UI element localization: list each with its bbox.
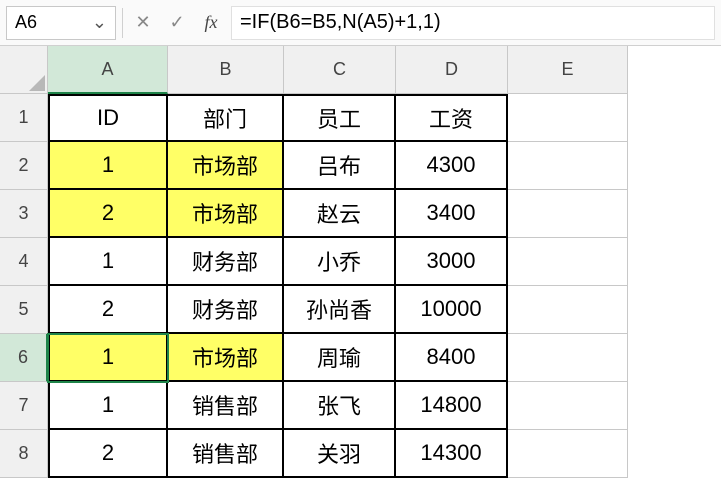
cell-A4[interactable]: 1 xyxy=(48,238,168,286)
select-all-corner[interactable] xyxy=(0,46,48,94)
cell-B8[interactable]: 销售部 xyxy=(168,430,284,478)
row-header-2[interactable]: 2 xyxy=(0,142,48,190)
row-header-3[interactable]: 3 xyxy=(0,190,48,238)
cell-D6[interactable]: 8400 xyxy=(396,334,508,382)
cell-A6[interactable]: 1 xyxy=(48,334,168,382)
cell-E5[interactable] xyxy=(508,286,628,334)
cell-E8[interactable] xyxy=(508,430,628,478)
col-header-B[interactable]: B xyxy=(168,46,284,94)
col-header-D[interactable]: D xyxy=(396,46,508,94)
col-header-C[interactable]: C xyxy=(284,46,396,94)
row-header-5[interactable]: 5 xyxy=(0,286,48,334)
cell-C8[interactable]: 关羽 xyxy=(284,430,396,478)
cell-E3[interactable] xyxy=(508,190,628,238)
cell-A2[interactable]: 1 xyxy=(48,142,168,190)
sheet-grid: A B C D E 1 ID 部门 员工 工资 2 1 市场部 吕布 4300 … xyxy=(0,46,721,478)
cell-E2[interactable] xyxy=(508,142,628,190)
cell-C4[interactable]: 小乔 xyxy=(284,238,396,286)
cell-B7[interactable]: 销售部 xyxy=(168,382,284,430)
cancel-icon[interactable]: ✕ xyxy=(129,8,157,38)
cell-A3[interactable]: 2 xyxy=(48,190,168,238)
cell-C3[interactable]: 赵云 xyxy=(284,190,396,238)
cell-D8[interactable]: 14300 xyxy=(396,430,508,478)
cell-A5[interactable]: 2 xyxy=(48,286,168,334)
cell-C6[interactable]: 周瑜 xyxy=(284,334,396,382)
formula-text: =IF(B6=B5,N(A5)+1,1) xyxy=(240,11,441,34)
col-header-A[interactable]: A xyxy=(48,46,168,94)
cell-C2[interactable]: 吕布 xyxy=(284,142,396,190)
cell-B4[interactable]: 财务部 xyxy=(168,238,284,286)
col-header-E[interactable]: E xyxy=(508,46,628,94)
cell-D4[interactable]: 3000 xyxy=(396,238,508,286)
row-header-4[interactable]: 4 xyxy=(0,238,48,286)
cell-B2[interactable]: 市场部 xyxy=(168,142,284,190)
cell-E1[interactable] xyxy=(508,94,628,142)
cell-D7[interactable]: 14800 xyxy=(396,382,508,430)
cell-B5[interactable]: 财务部 xyxy=(168,286,284,334)
cell-E7[interactable] xyxy=(508,382,628,430)
cell-D1[interactable]: 工资 xyxy=(396,94,508,142)
cell-D5[interactable]: 10000 xyxy=(396,286,508,334)
row-header-8[interactable]: 8 xyxy=(0,430,48,478)
cell-C7[interactable]: 张飞 xyxy=(284,382,396,430)
cell-A8[interactable]: 2 xyxy=(48,430,168,478)
cell-D3[interactable]: 3400 xyxy=(396,190,508,238)
enter-icon[interactable]: ✓ xyxy=(163,8,191,38)
separator xyxy=(122,8,123,38)
row-header-6[interactable]: 6 xyxy=(0,334,48,382)
cell-C1[interactable]: 员工 xyxy=(284,94,396,142)
cell-C5[interactable]: 孙尚香 xyxy=(284,286,396,334)
cell-E4[interactable] xyxy=(508,238,628,286)
cell-A7[interactable]: 1 xyxy=(48,382,168,430)
cell-E6[interactable] xyxy=(508,334,628,382)
name-box[interactable]: A6 ⌄ xyxy=(6,6,116,40)
cell-B3[interactable]: 市场部 xyxy=(168,190,284,238)
row-header-7[interactable]: 7 xyxy=(0,382,48,430)
cell-B6[interactable]: 市场部 xyxy=(168,334,284,382)
cell-D2[interactable]: 4300 xyxy=(396,142,508,190)
cell-A1[interactable]: ID xyxy=(48,94,168,142)
formula-bar: A6 ⌄ ✕ ✓ fx =IF(B6=B5,N(A5)+1,1) xyxy=(0,0,721,46)
row-header-1[interactable]: 1 xyxy=(0,94,48,142)
chevron-down-icon[interactable]: ⌄ xyxy=(92,12,107,33)
formula-input[interactable]: =IF(B6=B5,N(A5)+1,1) xyxy=(231,6,715,40)
fx-icon[interactable]: fx xyxy=(197,8,225,38)
cell-B1[interactable]: 部门 xyxy=(168,94,284,142)
name-box-value: A6 xyxy=(15,12,37,33)
